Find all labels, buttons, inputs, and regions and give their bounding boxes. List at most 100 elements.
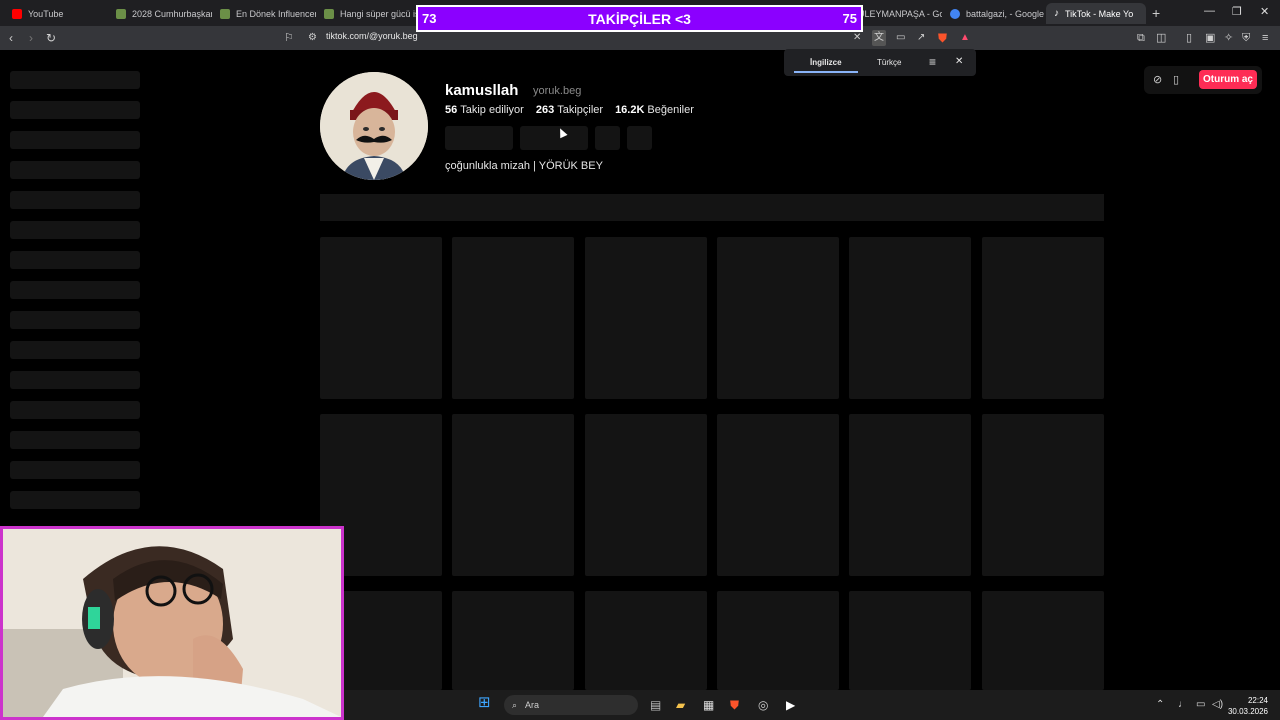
likes-label: Beğeniler bbox=[647, 104, 694, 116]
site-icon bbox=[116, 8, 126, 19]
translate-icon[interactable]: 文 bbox=[872, 30, 886, 46]
video-thumbnail-skeleton[interactable] bbox=[452, 591, 574, 690]
translate-off-icon[interactable]: ✕ bbox=[853, 30, 861, 46]
webcam-overlay bbox=[0, 526, 344, 720]
mobile-app-icon[interactable]: ▯ bbox=[1173, 73, 1179, 86]
tab-label: battalgazi, - Google'd bbox=[966, 8, 1044, 19]
avatar[interactable] bbox=[320, 72, 428, 180]
video-thumbnail-skeleton[interactable] bbox=[320, 237, 442, 399]
video-thumbnail-skeleton[interactable] bbox=[585, 414, 707, 576]
tab-youtube[interactable]: YouTube bbox=[4, 3, 108, 24]
vpn-icon[interactable]: ⛨ bbox=[1242, 30, 1250, 46]
tray-chevron-icon[interactable]: ⌃ bbox=[1156, 697, 1164, 713]
stat-followers[interactable]: 263 Takipçiler bbox=[536, 104, 603, 116]
search-placeholder: Ara bbox=[525, 700, 540, 710]
skeleton-bar bbox=[10, 431, 140, 449]
site-icon bbox=[220, 8, 230, 19]
message-button-skeleton[interactable] bbox=[520, 126, 588, 150]
system-clock[interactable]: 22:24 30.03.2026 bbox=[1228, 695, 1268, 717]
bookmark-icon[interactable]: ⚐ bbox=[284, 30, 294, 46]
tab-cumhurbaskani[interactable]: 2028 Cumhurbaşkanı bbox=[108, 3, 212, 24]
brave-rewards-icon[interactable]: ▲ bbox=[960, 30, 970, 46]
translate-menu-icon[interactable]: ≡ bbox=[929, 55, 936, 69]
tab-label: YouTube bbox=[28, 8, 64, 19]
skeleton-bar bbox=[10, 311, 140, 329]
goal-title: TAKİPÇİLER <3 bbox=[588, 10, 691, 27]
follow-button-skeleton[interactable] bbox=[445, 126, 513, 150]
video-thumbnail-skeleton[interactable] bbox=[585, 591, 707, 690]
tab-donek-influencer[interactable]: En Dönek Influencer? bbox=[212, 3, 316, 24]
video-thumbnail-skeleton[interactable] bbox=[717, 414, 839, 576]
video-thumbnail-skeleton[interactable] bbox=[982, 237, 1104, 399]
skeleton-bar bbox=[10, 341, 140, 359]
video-thumbnail-skeleton[interactable] bbox=[982, 591, 1104, 690]
address-bar[interactable]: tiktok.com/@yoruk.beg bbox=[326, 31, 418, 41]
task-view-icon[interactable]: ▤ bbox=[650, 697, 661, 713]
skeleton-bar bbox=[10, 191, 140, 209]
avatar-image bbox=[320, 72, 428, 180]
video-thumbnail-skeleton[interactable] bbox=[452, 237, 574, 399]
tab-label: ÜLEYMANPAŞA - Go bbox=[858, 8, 942, 19]
more-button-skeleton[interactable] bbox=[627, 126, 652, 150]
video-thumbnail-skeleton[interactable] bbox=[717, 237, 839, 399]
app-icon[interactable]: ◎ bbox=[758, 697, 768, 713]
tiktok-icon: ♪ bbox=[1054, 8, 1059, 19]
share-icon[interactable]: ↗ bbox=[917, 30, 925, 46]
tab-label: TikTok - Make Yo bbox=[1065, 8, 1134, 19]
tab-battalgazi[interactable]: battalgazi, - Google'd bbox=[942, 3, 1044, 24]
media-player-icon[interactable]: ▶ bbox=[786, 697, 795, 713]
tab-super-guc[interactable]: Hangi süper gücü iste bbox=[316, 3, 416, 24]
leo-ai-icon[interactable]: ✧ bbox=[1224, 30, 1233, 46]
taskbar-search[interactable]: ⌕ Ara bbox=[504, 695, 638, 715]
compass-icon[interactable]: ⊘ bbox=[1153, 73, 1162, 86]
lang-source-tab[interactable]: İngilizce bbox=[810, 58, 842, 67]
store-icon[interactable]: ▦ bbox=[703, 697, 714, 713]
site-info-icon[interactable]: ⚙ bbox=[308, 30, 317, 46]
extensions-icon[interactable]: ⧉ bbox=[1137, 30, 1145, 46]
new-tab-button[interactable]: + bbox=[1152, 5, 1160, 21]
clock-time: 22:24 bbox=[1247, 696, 1268, 705]
wallet-icon[interactable]: ▣ bbox=[1205, 30, 1215, 46]
video-thumbnail-skeleton[interactable] bbox=[849, 237, 971, 399]
skeleton-bar bbox=[10, 161, 140, 179]
back-icon[interactable]: ‹ bbox=[9, 30, 13, 46]
tab-label: Hangi süper gücü iste bbox=[340, 8, 416, 19]
forward-icon[interactable]: › bbox=[29, 30, 33, 46]
goal-current: 73 bbox=[422, 11, 437, 26]
minimize-icon[interactable]: — bbox=[1204, 5, 1215, 17]
microphone-icon[interactable]: ♩ bbox=[1178, 697, 1188, 713]
video-thumbnail-skeleton[interactable] bbox=[717, 591, 839, 690]
following-count: 56 bbox=[445, 104, 458, 116]
menu-icon[interactable]: ≡ bbox=[1262, 30, 1268, 46]
close-window-icon[interactable]: ✕ bbox=[1260, 5, 1269, 18]
close-tab-icon[interactable]: ✕ bbox=[1145, 8, 1146, 19]
brave-shield-icon[interactable]: ⛊ bbox=[938, 30, 947, 46]
stat-following[interactable]: 56 Takip ediliyor bbox=[445, 104, 524, 116]
video-thumbnail-skeleton[interactable] bbox=[982, 414, 1104, 576]
video-thumbnail-skeleton[interactable] bbox=[585, 237, 707, 399]
webcam-feed bbox=[3, 529, 341, 717]
cast-icon[interactable]: ▭ bbox=[896, 30, 905, 46]
video-thumbnail-skeleton[interactable] bbox=[452, 414, 574, 576]
tab-tiktok[interactable]: ♪ TikTok - Make Yo ✕ bbox=[1046, 3, 1146, 24]
profile-username: kamusllah bbox=[445, 82, 519, 99]
sidebar-icon[interactable]: ▯ bbox=[1186, 30, 1192, 46]
brave-browser-icon[interactable]: ⛊ bbox=[730, 697, 739, 713]
reload-icon[interactable]: ↻ bbox=[46, 30, 56, 46]
windows-start-icon[interactable]: ⊞ bbox=[478, 695, 491, 711]
file-explorer-icon[interactable]: ▰ bbox=[676, 697, 685, 713]
tab-suleymanpasa[interactable]: ÜLEYMANPAŞA - Go bbox=[850, 3, 942, 24]
skeleton-bar bbox=[10, 131, 140, 149]
profile-bio: çoğunlukla mizah | YÖRÜK BEY bbox=[445, 160, 603, 172]
video-thumbnail-skeleton[interactable] bbox=[849, 591, 971, 690]
screenshot-icon[interactable]: ◫ bbox=[1156, 30, 1166, 46]
network-icon[interactable]: ▭ bbox=[1196, 697, 1205, 713]
share-button-skeleton[interactable] bbox=[595, 126, 620, 150]
video-thumbnail-skeleton[interactable] bbox=[849, 414, 971, 576]
close-translate-icon[interactable]: ✕ bbox=[955, 56, 963, 67]
login-button[interactable]: Oturum aç bbox=[1199, 70, 1257, 89]
volume-icon[interactable]: ◁) bbox=[1212, 697, 1223, 713]
skeleton-bar bbox=[10, 371, 140, 389]
maximize-icon[interactable]: ❐ bbox=[1232, 5, 1242, 18]
lang-target-tab[interactable]: Türkçe bbox=[877, 58, 901, 67]
